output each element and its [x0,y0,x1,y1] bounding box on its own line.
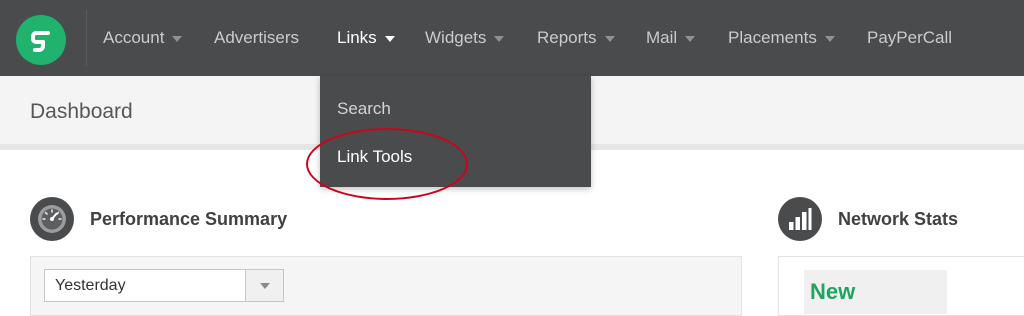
nav-item-mail[interactable]: Mail [646,0,696,76]
caret-down-icon [685,36,696,42]
cj-logo-icon[interactable] [16,15,66,65]
top-nav-bar: Account Advertisers Links Widgets Report… [0,0,1024,76]
caret-down-icon [604,36,615,42]
period-select[interactable]: Yesterday [44,269,284,302]
page-title: Dashboard [30,100,133,123]
nav-item-widgets[interactable]: Widgets [425,0,505,76]
nav-item-reports[interactable]: Reports [537,0,615,76]
network-stats-title: Network Stats [838,209,959,229]
nav-item-label: Links [337,28,377,47]
performance-summary-title: Performance Summary [90,209,288,229]
nav-item-label: Account [103,28,165,47]
nav-item-label: Advertisers [214,28,300,47]
nav-item-label: PayPerCall [867,28,953,47]
new-tab[interactable]: New [804,270,947,314]
nav-item-placements[interactable]: Placements [728,0,835,76]
nav-item-advertisers[interactable]: Advertisers [214,0,299,76]
nav-item-account[interactable]: Account [103,0,183,76]
caret-down-icon [172,36,183,42]
nav-item-label: Widgets [425,28,487,47]
caret-down-icon [824,36,835,42]
period-select-value: Yesterday [55,277,126,294]
nav-item-label: Placements [728,28,817,47]
menu-item-link-tools[interactable]: Link Tools [337,147,412,167]
caret-down-icon [494,36,505,42]
nav-item-label: Reports [537,28,597,47]
nav-item-paypercall[interactable]: PayPerCall [867,0,952,76]
menu-item-search[interactable]: Search [337,99,391,119]
caret-down-icon [384,36,395,42]
nav-divider [86,10,87,66]
nav-item-label: Mail [646,28,678,47]
links-dropdown-menu: Search Link Tools [320,76,591,187]
bar-chart-icon [778,197,822,241]
nav-item-links[interactable]: Links [337,0,395,76]
speedometer-icon [30,197,74,241]
caret-down-icon [259,282,270,289]
new-label: New [810,279,856,304]
select-toggle-button[interactable] [245,270,283,301]
